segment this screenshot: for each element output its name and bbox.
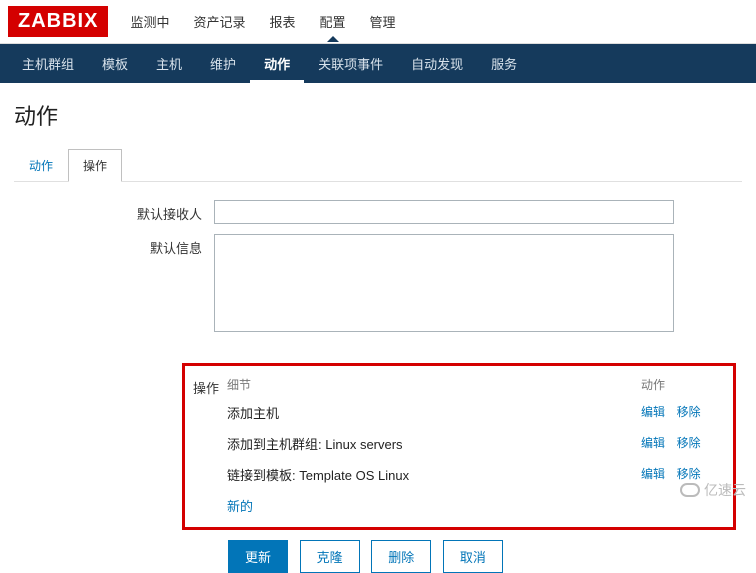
subnav-discovery[interactable]: 自动发现 bbox=[397, 44, 477, 83]
top-nav: ZABBIX 监测中 资产记录 报表 配置 管理 bbox=[0, 0, 756, 44]
operation-remove-link[interactable]: 移除 bbox=[677, 436, 701, 450]
cancel-button[interactable]: 取消 bbox=[443, 540, 503, 573]
message-label: 默认信息 bbox=[14, 234, 214, 335]
subnav-actions[interactable]: 动作 bbox=[250, 44, 304, 83]
operations-col-detail: 细节 bbox=[227, 376, 641, 393]
operations-section-label: 操作 bbox=[185, 376, 227, 515]
watermark: 亿速云 bbox=[680, 480, 746, 500]
update-button[interactable]: 更新 bbox=[228, 540, 288, 573]
topnav-administration[interactable]: 管理 bbox=[358, 2, 408, 41]
tab-operations[interactable]: 操作 bbox=[68, 149, 122, 182]
topnav-monitoring[interactable]: 监测中 bbox=[118, 2, 181, 41]
form: 默认接收人 默认信息 bbox=[0, 182, 756, 363]
operation-detail: 添加到主机群组: Linux servers bbox=[227, 434, 641, 453]
topnav-configuration[interactable]: 配置 bbox=[308, 2, 358, 41]
button-row: 更新 克隆 删除 取消 bbox=[228, 540, 756, 573]
operation-detail: 链接到模板: Template OS Linux bbox=[227, 465, 641, 484]
recipient-label: 默认接收人 bbox=[14, 200, 214, 224]
logo: ZABBIX bbox=[8, 6, 108, 37]
operation-remove-link[interactable]: 移除 bbox=[677, 467, 701, 481]
operations-box: 操作 细节 动作 添加主机 编辑 移除 添加到主机群组: Linux serve… bbox=[182, 363, 736, 530]
operation-edit-link[interactable]: 编辑 bbox=[641, 405, 665, 419]
operations-col-action: 动作 bbox=[641, 376, 721, 393]
topnav-inventory[interactable]: 资产记录 bbox=[181, 2, 257, 41]
operation-detail: 添加主机 bbox=[227, 403, 641, 422]
subnav-hostgroups[interactable]: 主机群组 bbox=[8, 44, 88, 83]
operation-remove-link[interactable]: 移除 bbox=[677, 405, 701, 419]
recipient-input[interactable] bbox=[214, 200, 674, 224]
watermark-text: 亿速云 bbox=[704, 480, 746, 500]
subnav-hosts[interactable]: 主机 bbox=[142, 44, 196, 83]
cloud-icon bbox=[680, 483, 700, 497]
subnav-templates[interactable]: 模板 bbox=[88, 44, 142, 83]
tabs: 动作 操作 bbox=[14, 149, 742, 182]
clone-button[interactable]: 克隆 bbox=[300, 540, 360, 573]
topnav-reports[interactable]: 报表 bbox=[257, 2, 307, 41]
operation-edit-link[interactable]: 编辑 bbox=[641, 436, 665, 450]
operation-row: 添加到主机群组: Linux servers 编辑 移除 bbox=[227, 434, 721, 453]
operation-row: 链接到模板: Template OS Linux 编辑 移除 bbox=[227, 465, 721, 484]
subnav-correlation[interactable]: 关联项事件 bbox=[304, 44, 397, 83]
delete-button[interactable]: 删除 bbox=[371, 540, 431, 573]
operation-edit-link[interactable]: 编辑 bbox=[641, 467, 665, 481]
operation-row: 添加主机 编辑 移除 bbox=[227, 403, 721, 422]
tab-action[interactable]: 动作 bbox=[14, 149, 68, 182]
subnav-maintenance[interactable]: 维护 bbox=[196, 44, 250, 83]
page-title: 动作 bbox=[0, 83, 756, 149]
sub-nav: 主机群组 模板 主机 维护 动作 关联项事件 自动发现 服务 bbox=[0, 44, 756, 83]
subnav-services[interactable]: 服务 bbox=[477, 44, 531, 83]
message-textarea[interactable] bbox=[214, 234, 674, 332]
